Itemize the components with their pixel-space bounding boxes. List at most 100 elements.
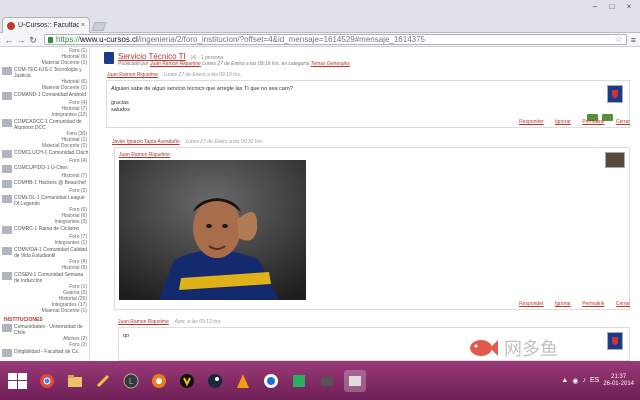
thread-author-link[interactable]: Juan Ramon Riquelme <box>150 61 201 67</box>
sidebar-course-entry[interactable]: COMCLUCH-1 Comunidad Clach <box>0 150 89 158</box>
sidebar-course-entry[interactable]: COMRC-1 Rama de Ciclismo <box>0 226 89 234</box>
sidebar-link[interactable]: Integrantes (1) <box>0 240 89 246</box>
sidebar-link[interactable]: Material Docente (1) <box>0 85 89 91</box>
post-2-author[interactable]: Javier Ignacio Tapia Avendaño <box>112 139 180 145</box>
start-button[interactable] <box>4 370 30 392</box>
permalink-button[interactable]: Permalink <box>582 119 604 125</box>
sidebar-link[interactable]: Foro (4) <box>0 158 89 164</box>
sidebar-link[interactable]: Material Docente (1) <box>0 308 89 314</box>
sidebar-course-entry[interactable]: COMCADCC-1 Comunidad de Alumnos DCC <box>0 119 89 131</box>
sidebar-course-entry[interactable]: Dirigibilidad - Facultad de Cs. <box>0 349 89 357</box>
post-1-actions: Responder Ignorar Permalink Cerrar <box>509 119 630 125</box>
reply-button[interactable]: Responder <box>519 119 543 125</box>
course-thumbnail-icon <box>2 247 12 255</box>
reload-icon[interactable]: ↻ <box>28 35 38 45</box>
course-thumbnail-icon <box>2 195 12 203</box>
sidebar-course-label: COMVIDA-1 Comunidad Calidad de Vida Estu… <box>14 247 88 259</box>
sidebar-course-entry[interactable]: COMAND-1 Comunidad Android <box>0 92 89 100</box>
tool-icon[interactable] <box>92 370 114 392</box>
sidebar-course-entry[interactable]: COMHB-1 Hackers @ Beauchef <box>0 180 89 188</box>
sidebar-link[interactable]: Material Docente (1) <box>0 60 89 66</box>
post-1-meta: Juan Ramon Riquelme Lunes 27 de Enero a … <box>107 72 241 78</box>
system-tray: ▲ ◉ ♪ ES 21:37 26-01-2014 <box>561 374 634 388</box>
post-2-meta: Javier Ignacio Tapia Avendaño Lunes 27 d… <box>112 139 263 145</box>
fish-logo-icon <box>470 340 498 356</box>
media-icon[interactable] <box>148 370 170 392</box>
bookmark-star-icon[interactable]: ☆ <box>615 34 623 45</box>
ignore-button[interactable]: Ignorar <box>555 119 571 125</box>
maximize-button[interactable]: □ <box>605 2 619 12</box>
start-logo-q1 <box>8 372 17 380</box>
new-tab-button[interactable] <box>91 22 107 31</box>
subtitle-prefix: Publicado por <box>118 61 149 67</box>
explorer-icon[interactable] <box>64 370 86 392</box>
close-window-button[interactable]: × <box>622 2 636 12</box>
browser-tab[interactable]: U-Cursos:: Facultad de C × <box>2 17 90 33</box>
start-logo-q3 <box>8 381 17 389</box>
post-3-avatar <box>607 332 623 350</box>
language-indicator[interactable]: ES <box>590 377 599 384</box>
tab-close-icon[interactable]: × <box>81 22 85 29</box>
game-icon[interactable] <box>288 370 310 392</box>
sidebar-link[interactable]: Historial (6) <box>0 265 89 271</box>
sidebar-link[interactable]: Material Docente (1) <box>0 143 89 149</box>
league-icon[interactable]: L <box>120 370 142 392</box>
post-1-author[interactable]: Juan Ramon Riquelme <box>107 72 158 78</box>
course-thumbnail-icon <box>2 180 12 188</box>
quoted-author[interactable]: Juan Ramon Riquelme <box>119 152 170 158</box>
start-logo-q4 <box>18 381 27 389</box>
thread-title[interactable]: Servicio Técnico TI <box>118 52 186 61</box>
browser-menu-icon[interactable]: ≡ <box>631 35 636 45</box>
ignore-button[interactable]: Ignorar <box>555 301 571 307</box>
sidebar-link[interactable]: Integrantes (3) <box>0 219 89 225</box>
post-3-author[interactable]: Juan Ramon Riquelme <box>118 319 169 325</box>
post-3-meta: Juan Ramon Riquelme Ayer, a las 09:12 hr… <box>118 319 221 325</box>
url-host: www.u-cursos.cl <box>80 35 138 44</box>
sidebar-course-entry[interactable]: COM-TEC-ILIS-1 Tecnología y Justicia <box>0 67 89 79</box>
sidebar-course-label: COSEN-1 Comunidad Semana de Inducción <box>14 272 84 284</box>
thread-category-link[interactable]: Temas Generales <box>311 61 350 67</box>
post-1-line-1: Alguien sabe de algun servicio técnico q… <box>111 86 293 92</box>
post-2: Juan Ramon Riquelme <box>114 147 630 310</box>
sidebar-link[interactable]: Integrantes (12) <box>0 112 89 118</box>
post-3-date: Ayer, a las 09:12 hrs. <box>174 319 222 325</box>
app-icon[interactable] <box>260 370 282 392</box>
sidebar-link[interactable]: Historial (7) <box>0 173 89 179</box>
browser-titlebar: U-Cursos:: Facultad de C × – □ × <box>0 0 640 33</box>
reply-button[interactable]: Responder <box>519 301 543 307</box>
sidebar-section-header: INSTITUCIONES <box>4 317 43 323</box>
sidebar-link[interactable]: Foro (2) <box>0 342 89 348</box>
address-bar[interactable]: https:// www.u-cursos.cl /ingenieria/2/f… <box>44 34 627 45</box>
sidebar-course-entry[interactable]: COSEN-1 Comunidad Semana de Inducción <box>0 272 89 284</box>
winamp-icon[interactable] <box>176 370 198 392</box>
app2-icon[interactable] <box>316 370 338 392</box>
forward-arrow-icon[interactable]: → <box>16 35 26 45</box>
back-arrow-icon[interactable]: ← <box>4 35 14 45</box>
tray-overflow-icon[interactable]: ▲ <box>561 377 568 384</box>
watermark-text: 网多鱼 <box>504 339 558 360</box>
post-1-date: Lunes 27 de Enero a las 09:19 hrs. <box>163 72 242 78</box>
sidebar-course-label: COMAND-1 Comunidad Android <box>14 92 86 98</box>
sidebar-course-entry[interactable]: COMCUPIDO-1 U-Cites <box>0 165 89 173</box>
close-thread-button[interactable]: Cerrar <box>616 119 630 125</box>
forum-main: Servicio Técnico TI (4) · 1 persona Publ… <box>96 48 640 361</box>
post-2-actions: Responder Ignorar Permalink Cerrar <box>509 301 630 307</box>
thread-title-row: Servicio Técnico TI (4) · 1 persona <box>118 52 223 61</box>
clock[interactable]: 21:37 26-01-2014 <box>603 374 634 388</box>
vlc-icon[interactable] <box>232 370 254 392</box>
thread-date: Lunes 27 de Enero a las 09:19 hrs. <box>202 61 281 67</box>
minimize-button[interactable]: – <box>588 2 602 12</box>
sidebar-course-label: COMHB-1 Hackers @ Beauchef <box>14 180 86 186</box>
sidebar-course-entry[interactable]: Comunidades - Universidad de Chile <box>0 324 89 336</box>
network-icon[interactable]: ◉ <box>572 377 578 385</box>
volume-icon[interactable]: ♪ <box>582 377 586 384</box>
sidebar-course-entry[interactable]: COMVIDA-1 Comunidad Calidad de Vida Estu… <box>0 247 89 259</box>
permalink-button[interactable]: Permalink <box>582 301 604 307</box>
chrome-icon[interactable] <box>36 370 58 392</box>
steam-icon[interactable] <box>204 370 226 392</box>
sidebar-course-entry[interactable]: COMLOL-1 Comunidad League Of Legends <box>0 195 89 207</box>
url-path: /ingenieria/2/foro_institucion/?offset=4… <box>137 35 425 44</box>
active-window-icon[interactable] <box>344 369 366 392</box>
close-thread-button[interactable]: Cerrar <box>616 301 630 307</box>
sidebar-link[interactable]: Foro (2) <box>0 188 89 194</box>
